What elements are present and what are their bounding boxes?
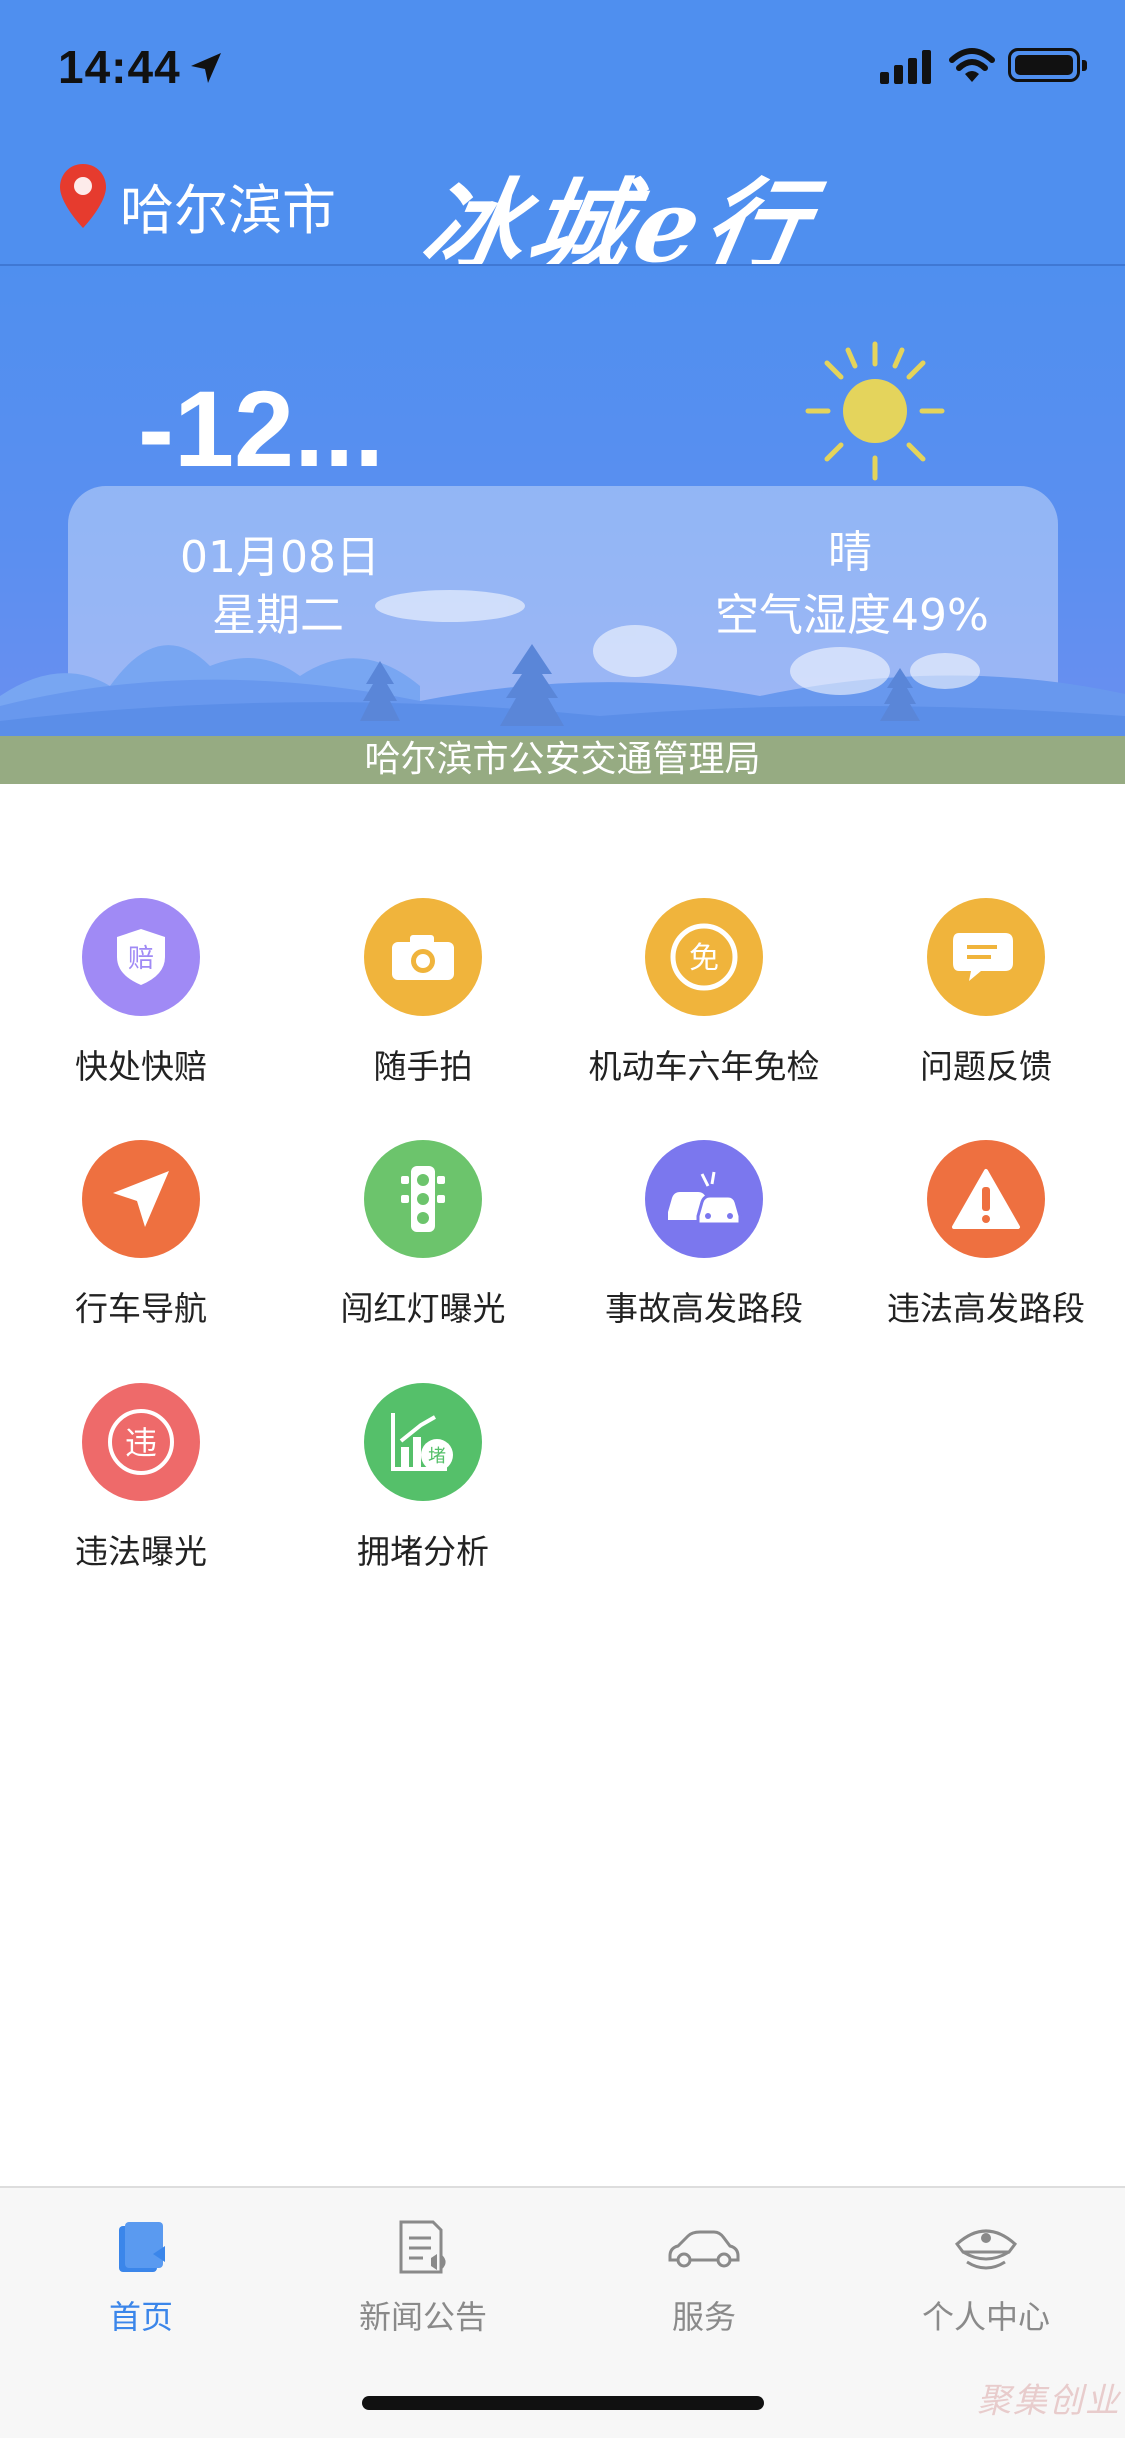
feature-label: 行车导航: [75, 1289, 207, 1328]
location-arrow-icon: [191, 53, 221, 83]
feature-quick-compensation[interactable]: 赔 快处快赔: [0, 898, 282, 1088]
feature-snapshot[interactable]: 随手拍: [282, 898, 564, 1088]
feature-red-light-exposure[interactable]: 闯红灯曝光: [282, 1140, 564, 1330]
feature-label: 机动车六年免检: [588, 1047, 820, 1086]
tab-news[interactable]: 新闻公告: [282, 2218, 564, 2338]
home-indicator[interactable]: [362, 2396, 764, 2410]
car-service-icon: [668, 2230, 740, 2268]
police-cap-icon: [954, 2229, 1018, 2270]
navigation-arrow-icon: [82, 1140, 200, 1258]
wifi-icon: [949, 48, 995, 82]
feature-label: 问题反馈: [920, 1047, 1052, 1086]
feature-label: 随手拍: [373, 1047, 473, 1086]
feature-label: 违法曝光: [75, 1532, 207, 1571]
weather-panel[interactable]: -12... 01月08日 星期二 晴 空气湿度49%: [0, 266, 1125, 736]
tab-services[interactable]: 服务: [563, 2218, 845, 2338]
feature-six-year-exemption[interactable]: 免 机动车六年免检: [563, 898, 845, 1088]
feature-label: 事故高发路段: [605, 1289, 803, 1328]
current-city[interactable]: 哈尔滨市: [120, 166, 336, 245]
camera-icon: [364, 898, 482, 1016]
traffic-light-icon: [364, 1140, 482, 1258]
bureau-banner: 哈尔滨市公安交通管理局: [0, 736, 1125, 784]
weather-weekday: 星期二: [212, 590, 344, 641]
sun-icon: [805, 341, 945, 481]
svg-text:免: 免: [689, 941, 719, 976]
feature-label: 快处快赔: [75, 1047, 207, 1086]
shield-compensation-icon: 赔: [82, 898, 200, 1016]
svg-text:违: 违: [125, 1424, 157, 1462]
car-crash-icon: [645, 1140, 763, 1258]
feature-label: 拥堵分析: [357, 1532, 489, 1571]
tab-label: 首页: [108, 2298, 173, 2336]
feature-accident-hotspots[interactable]: 事故高发路段: [563, 1140, 845, 1330]
status-time: 14:44: [58, 41, 181, 93]
location-pin-icon[interactable]: [58, 162, 108, 230]
chat-feedback-icon: [927, 898, 1045, 1016]
warning-triangle-icon: [927, 1140, 1045, 1258]
feature-violation-hotspots[interactable]: 违法高发路段: [845, 1140, 1125, 1330]
feature-navigation[interactable]: 行车导航: [0, 1140, 282, 1330]
tab-label: 服务: [671, 2298, 736, 2336]
congestion-chart-icon: 堵: [364, 1383, 482, 1501]
svg-text:堵: 堵: [428, 1446, 446, 1467]
exemption-badge-icon: 免: [645, 898, 763, 1016]
tab-label: 新闻公告: [358, 2298, 487, 2336]
tab-home[interactable]: 首页: [0, 2218, 282, 2338]
feature-feedback[interactable]: 问题反馈: [845, 898, 1125, 1088]
home-book-icon: [119, 2222, 165, 2272]
svg-text:赔: 赔: [128, 944, 154, 974]
feature-label: 闯红灯曝光: [340, 1289, 506, 1328]
battery-icon: [1008, 48, 1087, 82]
feature-congestion-analysis[interactable]: 堵 拥堵分析: [282, 1383, 564, 1573]
signal-icon: [880, 50, 931, 84]
weather-date: 01月08日: [180, 532, 380, 583]
header-bar: 14:44 哈尔滨市 冰城e行: [0, 0, 1125, 285]
weather-condition: 晴: [828, 527, 872, 578]
news-document-icon: [399, 2220, 446, 2274]
feature-violation-exposure[interactable]: 违 违法曝光: [0, 1383, 282, 1573]
watermark: 聚集创业: [977, 2381, 1121, 2421]
feature-label: 违法高发路段: [887, 1289, 1085, 1328]
temperature: -12...: [138, 368, 385, 489]
tab-label: 个人中心: [921, 2298, 1050, 2336]
violation-icon: 违: [82, 1383, 200, 1501]
tab-profile[interactable]: 个人中心: [845, 2218, 1125, 2338]
weather-humidity: 空气湿度49%: [715, 590, 989, 641]
